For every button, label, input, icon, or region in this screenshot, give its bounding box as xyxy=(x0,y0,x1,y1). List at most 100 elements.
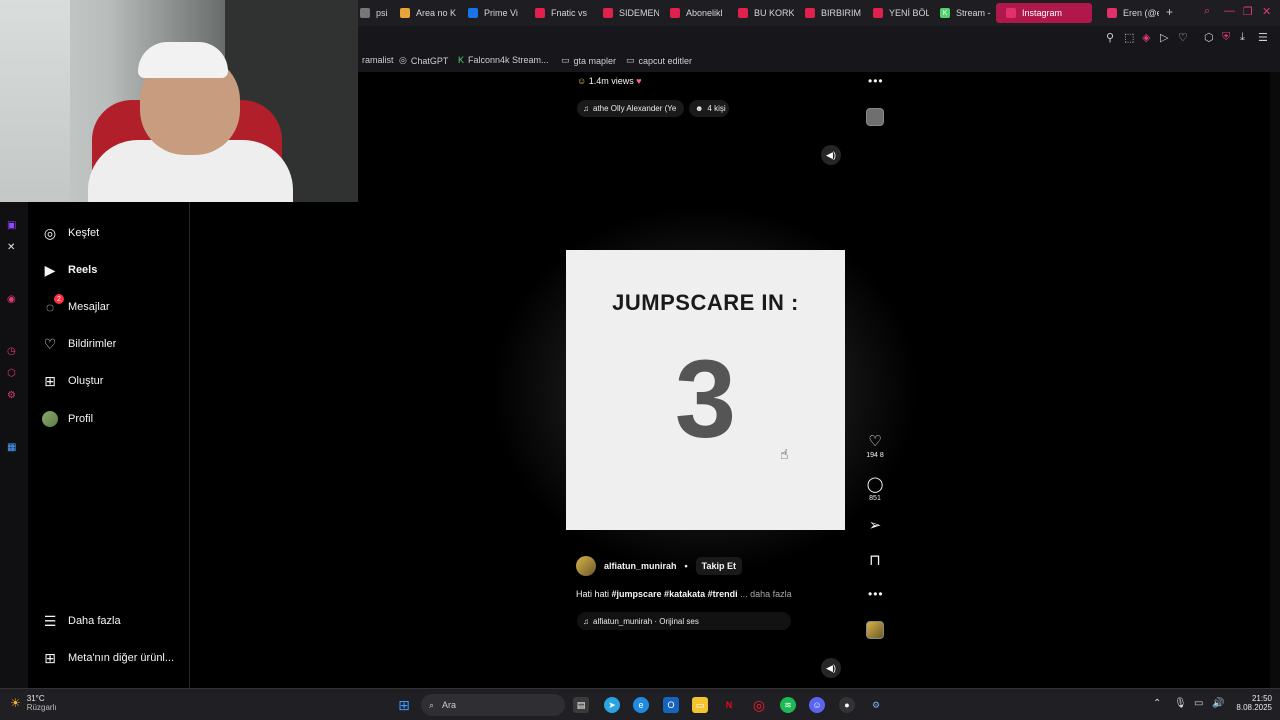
bookmark-0[interactable]: ramalist xyxy=(358,55,394,65)
bookmark-3[interactable]: ▭ gta mapler xyxy=(561,55,616,66)
sidebar-item-1[interactable]: ▶ Reels xyxy=(42,262,98,278)
sidebar-item-3[interactable]: ♡ Bildirimler xyxy=(42,336,117,352)
bookmark-label: ramalist xyxy=(362,55,394,65)
task-view-icon[interactable]: ▤ xyxy=(573,697,589,713)
sidebar-item-label: Reels xyxy=(68,264,98,276)
search-tabs-icon[interactable]: ⌕ xyxy=(1204,5,1210,18)
app-icon[interactable]: ▦ xyxy=(7,442,16,453)
clock[interactable]: 21:50 8.08.2025 xyxy=(1228,694,1272,712)
like-button[interactable]: ♡ 194 8 xyxy=(864,432,886,459)
reel-audio-thumbnail[interactable] xyxy=(866,621,884,639)
bookmark-2[interactable]: K Falconn4k Stream... xyxy=(458,55,549,65)
network-icon[interactable]: ▭ xyxy=(1194,698,1203,709)
tab-2[interactable]: Prime Vi xyxy=(464,3,524,23)
heart-emoji-icon: ♥ xyxy=(636,76,642,86)
vpn-icon[interactable]: ⛨ xyxy=(1222,31,1230,44)
tab-1[interactable]: Area no K xyxy=(396,3,456,23)
minimize-icon[interactable]: — xyxy=(1224,5,1235,17)
x-icon[interactable]: ✕ xyxy=(7,242,15,253)
close-icon[interactable]: ✕ xyxy=(1262,5,1271,18)
bookmark-4[interactable]: ▭ capcut editler xyxy=(626,55,692,66)
meta-products-button[interactable]: ⊞ Meta'nın diğer ürünl... xyxy=(42,650,174,666)
extensions-rail-icon[interactable]: ⬡ xyxy=(7,368,16,379)
windows-start-icon[interactable]: ⊞ xyxy=(396,697,412,713)
share-button[interactable]: ➢ xyxy=(864,516,886,534)
page-scrollbar[interactable] xyxy=(1270,72,1280,688)
tab-8[interactable]: YENİ BÖL xyxy=(869,3,929,23)
reel-more-icon[interactable]: ••• xyxy=(868,587,884,601)
new-tab-button[interactable]: + xyxy=(1166,5,1173,19)
tab-6[interactable]: BU KORK xyxy=(734,3,794,23)
more-menu-button[interactable]: ☰ Daha fazla xyxy=(42,613,121,629)
instagram-sidebar: ☰ Daha fazla ⊞ Meta'nın diğer ürünl... ◎… xyxy=(28,202,190,688)
previous-reel-audio-thumbnail[interactable] xyxy=(866,108,884,126)
pin-icon[interactable]: ⚲ xyxy=(1106,31,1114,44)
speaker-icon[interactable]: 🔊 xyxy=(1212,698,1224,709)
tab-7[interactable]: BIRBIRIM xyxy=(801,3,861,23)
send-icon: ➢ xyxy=(868,517,882,534)
tab-favicon-icon xyxy=(670,8,680,18)
tab-9[interactable]: K Stream - xyxy=(936,3,992,23)
netflix-icon[interactable]: N xyxy=(721,697,737,713)
person-icon: ☻ xyxy=(695,104,704,113)
reel-audio-link[interactable]: ♫ alfiatun_munirah · Orijinal ses xyxy=(577,612,791,630)
opera-gx-icon[interactable]: ◎ xyxy=(751,697,767,713)
bookmark-icon: K xyxy=(458,55,465,65)
tray-overflow-icon[interactable]: ⌃ xyxy=(1153,698,1161,709)
pocket-icon[interactable]: ◈ xyxy=(1142,31,1150,44)
download-icon[interactable]: ⤓ xyxy=(1240,31,1245,44)
tab-10[interactable]: Instagram xyxy=(996,3,1092,23)
previous-reel-more-icon[interactable]: ••• xyxy=(868,74,884,88)
tab-4[interactable]: SIDEMEN xyxy=(599,3,659,23)
sidebar-item-label: Profil xyxy=(68,413,94,425)
previous-reel-volume-button[interactable]: ◀) xyxy=(821,145,841,165)
comment-button[interactable]: ◯ 851 xyxy=(864,475,886,502)
reel-volume-button[interactable]: ◀) xyxy=(821,658,841,678)
tab-label: Fnatic vs xyxy=(551,8,588,18)
tab-11[interactable]: Eren (@er xyxy=(1103,3,1159,23)
app-settings-icon[interactable]: ⚙ xyxy=(868,697,884,713)
previous-reel-audio[interactable]: ♫ athe Olly Alexander (Ye xyxy=(577,100,684,117)
discord-icon[interactable]: ☺ xyxy=(809,697,825,713)
menu-icon[interactable]: ☰ xyxy=(1258,31,1268,44)
settings-icon[interactable]: ⚙ xyxy=(7,390,16,401)
like-count: 194 8 xyxy=(866,452,884,459)
author-avatar[interactable] xyxy=(576,556,596,576)
player-icon[interactable]: ◉ xyxy=(7,294,16,305)
tab-favicon-icon xyxy=(468,8,478,18)
follow-button[interactable]: Takip Et xyxy=(695,557,743,575)
hashtags[interactable]: #jumpscare #katakata #trendi xyxy=(612,589,738,599)
bookmark-1[interactable]: ◎ ChatGPT xyxy=(399,55,448,66)
author-name[interactable]: alfiatun_munirah xyxy=(604,561,677,571)
separator-dot: • xyxy=(684,561,688,571)
tab-3[interactable]: Fnatic vs xyxy=(531,3,591,23)
maximize-icon[interactable]: ❐ xyxy=(1243,5,1253,18)
snapshot-icon[interactable]: ⬚ xyxy=(1124,31,1134,44)
twitch-icon[interactable]: ▣ xyxy=(7,220,16,231)
spotify-icon[interactable]: ≋ xyxy=(780,697,796,713)
caption-more-link[interactable]: ... daha fazla xyxy=(740,589,792,599)
file-explorer-icon[interactable]: ▭ xyxy=(692,697,708,713)
microphone-icon[interactable]: 🎙 xyxy=(1174,698,1187,709)
edge-icon[interactable]: e xyxy=(633,697,649,713)
outlook-icon[interactable]: O xyxy=(663,697,679,713)
tab-0[interactable]: psizi xyxy=(356,3,388,23)
tab-5[interactable]: Abonelikl xyxy=(666,3,726,23)
history-icon[interactable]: ◷ xyxy=(7,346,16,357)
obs-icon[interactable]: ● xyxy=(839,697,855,713)
tab-favicon-icon xyxy=(1006,8,1016,18)
reel-video[interactable]: JUMPSCARE IN : 3 xyxy=(566,250,845,530)
sidebar-item-2[interactable]: ◌ 2 Mesajlar xyxy=(42,294,110,315)
sidebar-item-5[interactable]: Profil xyxy=(42,411,93,427)
sidebar-item-0[interactable]: ◎ Keşfet xyxy=(42,225,99,241)
save-button[interactable]: ⊓ xyxy=(864,551,886,569)
play-icon[interactable]: ▷ xyxy=(1160,31,1168,44)
weather-widget[interactable]: ☀ 31°C Rüzgarlı xyxy=(10,694,57,712)
previous-reel-tagged-people[interactable]: ☻ 4 kişi xyxy=(689,100,729,117)
taskbar-search[interactable]: ⌕ Ara xyxy=(421,694,565,716)
heart-icon[interactable]: ♡ xyxy=(1178,31,1188,44)
extensions-icon[interactable]: ⬡ xyxy=(1204,31,1214,44)
telegram-icon[interactable]: ➤ xyxy=(604,697,620,713)
tab-label: SIDEMEN xyxy=(619,8,659,18)
sidebar-item-4[interactable]: ⊞ Oluştur xyxy=(42,373,103,389)
